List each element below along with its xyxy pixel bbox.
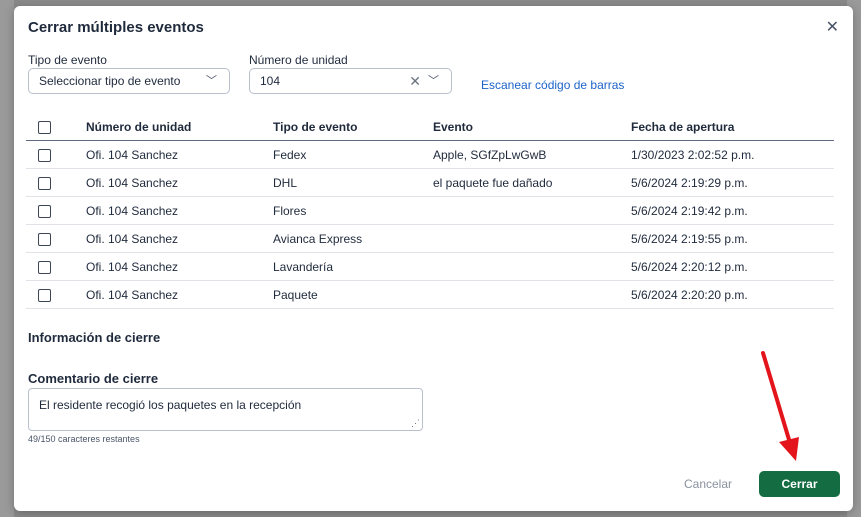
cell-unit: Ofi. 104 Sanchez <box>86 196 273 225</box>
cell-type: Avianca Express <box>273 224 433 253</box>
header-event[interactable]: Evento <box>433 114 631 141</box>
event-type-value: Seleccionar tipo de evento <box>39 74 181 88</box>
cell-event <box>433 196 631 225</box>
cell-event: Apple, SGfZpLwGwB <box>433 140 631 169</box>
select-all-checkbox[interactable] <box>38 121 51 135</box>
backdrop-left <box>0 0 14 517</box>
cell-unit: Ofi. 104 Sanchez <box>86 168 273 197</box>
cell-unit: Ofi. 104 Sanchez <box>86 140 273 169</box>
cell-date: 5/6/2024 2:19:55 p.m. <box>631 224 834 253</box>
event-type-select[interactable]: Seleccionar tipo de evento ﹀ <box>28 68 230 94</box>
cell-type: Fedex <box>273 140 433 169</box>
row-checkbox[interactable] <box>38 288 51 302</box>
cell-event <box>433 224 631 253</box>
header-unit[interactable]: Número de unidad <box>86 114 273 141</box>
closing-comment-value: El residente recogió los paquetes en la … <box>39 398 302 412</box>
close-events-modal: Cerrar múltiples eventos ✕ Tipo de event… <box>14 6 853 511</box>
cell-event: el paquete fue dañado <box>433 168 631 197</box>
cell-date: 5/6/2024 2:19:29 p.m. <box>631 168 834 197</box>
cell-type: Flores <box>273 196 433 225</box>
closing-comment-label: Comentario de cierre <box>28 371 159 386</box>
modal-title: Cerrar múltiples eventos <box>28 19 204 36</box>
scan-barcode-link[interactable]: Escanear código de barras <box>481 78 624 92</box>
cell-unit: Ofi. 104 Sanchez <box>86 224 273 253</box>
cell-date: 5/6/2024 2:20:12 p.m. <box>631 252 834 281</box>
cell-type: Lavandería <box>273 252 433 281</box>
row-checkbox[interactable] <box>38 148 51 162</box>
row-checkbox[interactable] <box>38 260 51 274</box>
row-checkbox[interactable] <box>38 232 51 246</box>
table-row[interactable]: Ofi. 104 Sanchez Fedex Apple, SGfZpLwGwB… <box>26 140 834 169</box>
cell-type: Paquete <box>273 280 433 309</box>
row-checkbox[interactable] <box>38 176 51 190</box>
cell-type: DHL <box>273 168 433 197</box>
table-row[interactable]: Ofi. 104 Sanchez Paquete 5/6/2024 2:20:2… <box>26 280 834 309</box>
cell-date: 5/6/2024 2:20:20 p.m. <box>631 280 834 309</box>
cancel-button[interactable]: Cancelar <box>672 471 744 497</box>
closing-comment-textarea[interactable]: El residente recogió los paquetes en la … <box>28 388 423 431</box>
character-counter: 49/150 caracteres restantes <box>28 434 140 444</box>
header-type[interactable]: Tipo de evento <box>273 114 433 141</box>
row-select-cell <box>26 196 86 225</box>
event-type-label: Tipo de evento <box>28 53 107 67</box>
unit-number-value: 104 <box>260 74 281 88</box>
row-checkbox[interactable] <box>38 204 51 218</box>
row-select-cell <box>26 252 86 281</box>
row-select-cell <box>26 140 86 169</box>
events-table: Número de unidad Tipo de evento Evento F… <box>26 114 834 309</box>
header-date[interactable]: Fecha de apertura <box>631 114 834 141</box>
table-row[interactable]: Ofi. 104 Sanchez Flores 5/6/2024 2:19:42… <box>26 196 834 225</box>
close-events-button[interactable]: Cerrar <box>759 471 840 497</box>
table-row[interactable]: Ofi. 104 Sanchez DHL el paquete fue daña… <box>26 168 834 197</box>
close-icon[interactable]: ✕ <box>826 20 839 36</box>
chevron-down-icon: ﹀ <box>206 75 217 87</box>
row-select-cell <box>26 280 86 309</box>
chevron-down-icon[interactable]: ﹀ <box>428 69 439 93</box>
table-row[interactable]: Ofi. 104 Sanchez Lavandería 5/6/2024 2:2… <box>26 252 834 281</box>
resize-handle-icon[interactable]: ⋰ <box>411 419 420 428</box>
cell-date: 5/6/2024 2:19:42 p.m. <box>631 196 834 225</box>
cell-unit: Ofi. 104 Sanchez <box>86 280 273 309</box>
unit-number-select[interactable]: 104 ✕ ﹀ <box>249 68 452 94</box>
cell-event <box>433 252 631 281</box>
table-header-row: Número de unidad Tipo de evento Evento F… <box>26 114 834 141</box>
cell-date: 1/30/2023 2:02:52 p.m. <box>631 140 834 169</box>
table-row[interactable]: Ofi. 104 Sanchez Avianca Express 5/6/202… <box>26 224 834 253</box>
row-select-cell <box>26 224 86 253</box>
clear-icon[interactable]: ✕ <box>409 69 421 93</box>
unit-number-label: Número de unidad <box>249 53 348 67</box>
closing-info-title: Información de cierre <box>28 330 161 345</box>
cell-event <box>433 280 631 309</box>
row-select-cell <box>26 168 86 197</box>
select-all-cell <box>26 114 86 141</box>
cell-unit: Ofi. 104 Sanchez <box>86 252 273 281</box>
